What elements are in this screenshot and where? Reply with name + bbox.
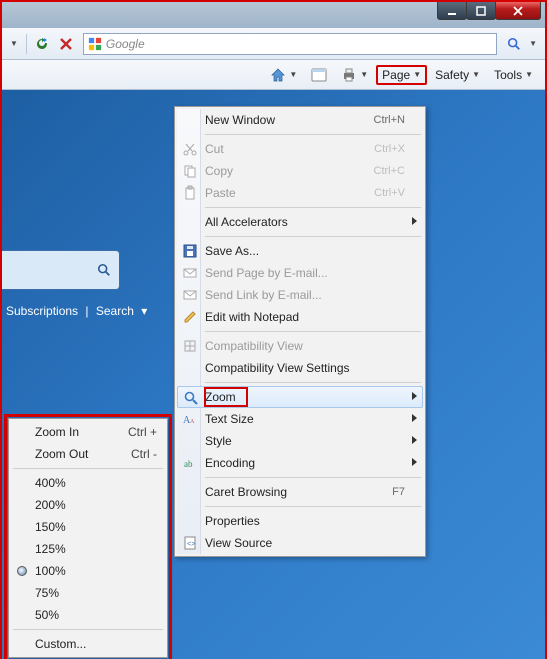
submenu-arrow-icon — [412, 436, 417, 444]
svg-text:ab: ab — [184, 459, 193, 469]
tools-menu-button[interactable]: Tools ▼ — [488, 65, 539, 85]
submenu-arrow-icon — [412, 217, 417, 225]
zoom-150[interactable]: 150% — [11, 516, 165, 538]
scissors-icon — [182, 141, 198, 157]
search-provider-dropdown[interactable]: ▼ — [525, 39, 541, 48]
zoom-icon — [183, 390, 199, 406]
svg-text:A: A — [190, 419, 195, 425]
safety-label: Safety — [435, 68, 469, 82]
text-size-icon: AA — [182, 411, 198, 427]
compat-icon — [182, 338, 198, 354]
home-icon — [270, 67, 286, 83]
submenu-arrow-icon — [412, 392, 417, 400]
mail-link-icon — [182, 287, 198, 303]
safety-menu-button[interactable]: Safety ▼ — [429, 65, 486, 85]
menu-encoding[interactable]: ab Encoding — [177, 452, 423, 474]
save-icon — [182, 243, 198, 259]
menu-compat-view[interactable]: Compatibility View — [177, 335, 423, 357]
menu-save-as[interactable]: Save As... — [177, 240, 423, 262]
zoom-400[interactable]: 400% — [11, 472, 165, 494]
menu-all-accelerators[interactable]: All Accelerators — [177, 211, 423, 233]
zoom-50[interactable]: 50% — [11, 604, 165, 626]
search-go-button[interactable] — [503, 33, 525, 55]
radio-checked-icon — [17, 566, 27, 576]
zoom-custom[interactable]: Custom... — [11, 633, 165, 655]
home-button[interactable]: ▼ — [264, 64, 303, 86]
address-dropdown[interactable]: ▼ — [6, 39, 22, 48]
zoom-125[interactable]: 125% — [11, 538, 165, 560]
submenu-arrow-icon — [412, 414, 417, 422]
page-search-panel[interactable] — [2, 250, 120, 290]
page-dropdown-menu: New Window Ctrl+N Cut Ctrl+X Copy Ctrl+C — [174, 106, 426, 557]
view-source-icon: <> — [182, 535, 198, 551]
printer-icon — [341, 67, 357, 83]
menu-view-source[interactable]: <> View Source — [177, 532, 423, 554]
page-nav-links: Subscriptions | Search ▾ — [2, 304, 151, 318]
zoom-100[interactable]: 100% — [11, 560, 165, 582]
stop-button[interactable] — [55, 33, 77, 55]
pencil-icon — [182, 309, 198, 325]
close-button[interactable] — [495, 2, 541, 20]
window-titlebar — [2, 0, 545, 28]
separator — [26, 34, 27, 54]
chevron-down-icon: ▼ — [525, 70, 533, 79]
search-provider-label: Google — [106, 37, 145, 51]
nav-subscriptions[interactable]: Subscriptions — [6, 304, 78, 318]
zoom-in[interactable]: Zoom In Ctrl + — [11, 421, 165, 443]
mail-page-icon — [182, 265, 198, 281]
search-box[interactable]: Google — [83, 33, 497, 55]
menu-style[interactable]: Style — [177, 430, 423, 452]
feeds-button[interactable] — [305, 64, 333, 86]
refresh-button[interactable] — [31, 33, 53, 55]
command-bar: ▼ ▼ Page ▼ Safety ▼ Tools ▼ — [2, 60, 545, 90]
menu-send-page[interactable]: Send Page by E-mail... — [177, 262, 423, 284]
zoom-out[interactable]: Zoom Out Ctrl - — [11, 443, 165, 465]
menu-properties[interactable]: Properties — [177, 510, 423, 532]
menu-send-link[interactable]: Send Link by E-mail... — [177, 284, 423, 306]
copy-icon — [182, 163, 198, 179]
menu-new-window[interactable]: New Window Ctrl+N — [177, 109, 423, 131]
minimize-button[interactable] — [437, 2, 467, 20]
page-label: Page — [382, 68, 410, 82]
print-button[interactable]: ▼ — [335, 64, 374, 86]
menu-paste[interactable]: Paste Ctrl+V — [177, 182, 423, 204]
menu-copy[interactable]: Copy Ctrl+C — [177, 160, 423, 182]
submenu-arrow-icon — [412, 458, 417, 466]
chevron-down-icon: ▼ — [360, 70, 368, 79]
clipboard-icon — [182, 185, 198, 201]
encoding-icon: ab — [182, 455, 198, 471]
tools-label: Tools — [494, 68, 522, 82]
zoom-submenu: Zoom In Ctrl + Zoom Out Ctrl - 400% 200%… — [8, 418, 168, 658]
chevron-down-icon: ▾ — [137, 304, 151, 318]
menu-compat-settings[interactable]: Compatibility View Settings — [177, 357, 423, 379]
chevron-down-icon: ▼ — [413, 70, 421, 79]
maximize-button[interactable] — [466, 2, 496, 20]
menu-edit-notepad[interactable]: Edit with Notepad — [177, 306, 423, 328]
svg-text:<>: <> — [187, 541, 195, 548]
menu-caret-browsing[interactable]: Caret Browsing F7 — [177, 481, 423, 503]
menu-cut[interactable]: Cut Ctrl+X — [177, 138, 423, 160]
address-bar-row: ▼ Google ▼ — [2, 28, 545, 60]
chevron-down-icon: ▼ — [472, 70, 480, 79]
menu-text-size[interactable]: AA Text Size — [177, 408, 423, 430]
menu-zoom[interactable]: Zoom — [177, 386, 423, 408]
zoom-200[interactable]: 200% — [11, 494, 165, 516]
nav-search[interactable]: Search — [96, 304, 134, 318]
zoom-75[interactable]: 75% — [11, 582, 165, 604]
google-icon — [88, 37, 102, 51]
chevron-down-icon: ▼ — [289, 70, 297, 79]
feeds-icon — [311, 67, 327, 83]
search-icon — [97, 263, 111, 277]
page-menu-button[interactable]: Page ▼ — [376, 65, 427, 85]
